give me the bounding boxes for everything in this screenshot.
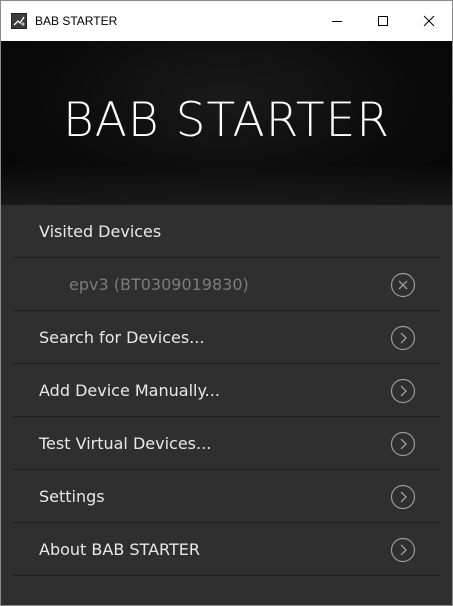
test-virtual-devices-label: Test Virtual Devices... <box>39 433 212 453</box>
main-menu: Visited Devices epv3 (BT0309019830) Sear… <box>1 205 452 576</box>
maximize-icon <box>378 16 388 26</box>
window-title: BAB STARTER <box>35 14 118 28</box>
close-circle-icon[interactable] <box>390 272 416 298</box>
settings-item[interactable]: Settings <box>13 470 440 523</box>
add-device-manually-item[interactable]: Add Device Manually... <box>13 364 440 417</box>
about-label: About BAB STARTER <box>39 539 200 559</box>
visited-device-item[interactable]: epv3 (BT0309019830) <box>13 258 440 311</box>
chevron-right-circle-icon <box>390 484 416 510</box>
header-banner: BAB STARTER <box>1 41 452 205</box>
chevron-right-circle-icon <box>390 325 416 351</box>
title-bar[interactable]: BAB STARTER <box>1 1 452 41</box>
close-icon <box>423 15 435 27</box>
about-item[interactable]: About BAB STARTER <box>13 523 440 576</box>
test-virtual-devices-item[interactable]: Test Virtual Devices... <box>13 417 440 470</box>
visited-devices-label: Visited Devices <box>39 221 162 241</box>
search-devices-label: Search for Devices... <box>39 327 205 347</box>
add-device-manually-label: Add Device Manually... <box>39 380 220 400</box>
settings-label: Settings <box>39 486 105 506</box>
search-devices-item[interactable]: Search for Devices... <box>13 311 440 364</box>
chevron-right-circle-icon <box>390 378 416 404</box>
chevron-right-circle-icon <box>390 537 416 563</box>
maximize-button[interactable] <box>360 1 406 41</box>
minimize-button[interactable] <box>314 1 360 41</box>
banner-title: BAB STARTER <box>63 93 390 148</box>
visited-devices-header: Visited Devices <box>13 205 440 258</box>
visited-device-label: epv3 (BT0309019830) <box>69 274 249 294</box>
app-icon <box>11 13 27 29</box>
minimize-icon <box>332 21 342 22</box>
chevron-right-circle-icon <box>390 431 416 457</box>
window-controls <box>314 1 452 41</box>
close-button[interactable] <box>406 1 452 41</box>
app-window: BAB STARTER BAB STARTER Visited Devices … <box>0 0 453 606</box>
